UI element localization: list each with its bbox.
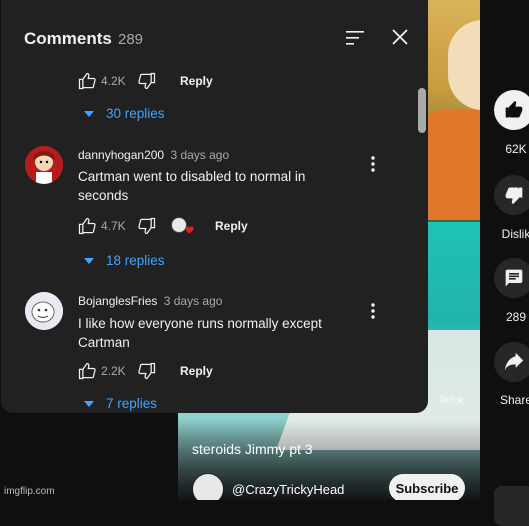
cartoon-character-shirt <box>428 110 480 220</box>
comments-panel: Comments 289 4.2K Reply 30 replies danny… <box>1 0 428 413</box>
timestamp[interactable]: 3 days ago <box>164 294 223 308</box>
comment-author[interactable]: dannyhogan200 3 days ago <box>78 148 229 162</box>
subscribe-button[interactable]: Subscribe <box>389 474 465 500</box>
comment-actions: 4.2K <box>77 71 157 91</box>
dislike-label: Dislik <box>501 227 529 241</box>
comment-actions: 2.2K <box>77 361 157 381</box>
view-replies-link[interactable]: 30 replies <box>84 106 165 121</box>
username[interactable]: dannyhogan200 <box>78 148 164 162</box>
comments-button[interactable] <box>494 258 529 298</box>
comments-count: 289 <box>118 31 144 48</box>
caret-down-icon <box>84 400 94 407</box>
replies-label: 30 replies <box>106 106 165 121</box>
imgflip-watermark: imgflip.com <box>4 486 55 497</box>
creator-heart-icon <box>171 217 194 234</box>
close-icon[interactable] <box>389 26 411 48</box>
like-count: 2.2K <box>101 364 126 378</box>
sort-icon[interactable] <box>344 27 366 49</box>
channel-avatar[interactable] <box>192 473 224 500</box>
avatar[interactable] <box>25 146 63 184</box>
reply-button[interactable]: Reply <box>180 74 213 88</box>
thumbs-up-icon[interactable] <box>77 216 97 236</box>
thumbs-up-icon[interactable] <box>77 71 97 91</box>
share-button[interactable] <box>494 342 529 382</box>
video-title[interactable]: steroids Jimmy pt 3 <box>192 441 313 457</box>
replies-label: 7 replies <box>106 396 158 411</box>
like-count: 62K <box>505 142 527 156</box>
comment-text: Cartman went to disabled to normal in se… <box>78 169 306 203</box>
reply-button[interactable]: Reply <box>215 219 248 233</box>
thumbs-up-icon <box>505 100 523 118</box>
like-count: 4.2K <box>101 74 126 88</box>
thumbs-up-icon[interactable] <box>77 361 97 381</box>
replies-label: 18 replies <box>106 253 165 268</box>
tiktok-watermark: TikTok <box>438 395 464 405</box>
view-replies-link[interactable]: 18 replies <box>84 253 165 268</box>
username[interactable]: BojanglesFries <box>78 294 157 308</box>
avatar[interactable] <box>25 292 63 330</box>
thumbs-down-icon[interactable] <box>137 71 157 91</box>
comment-count: 289 <box>505 310 527 324</box>
comment-text: I like how everyone runs normally except… <box>78 316 322 350</box>
scrollbar[interactable] <box>418 88 426 133</box>
comment-actions: 4.7K <box>77 216 157 236</box>
thumbs-down-icon[interactable] <box>137 361 157 381</box>
thumbs-down-icon[interactable] <box>137 216 157 236</box>
view-replies-link[interactable]: 7 replies <box>84 396 157 411</box>
avatar-image <box>25 146 63 184</box>
share-label: Share <box>499 393 529 407</box>
dislike-button[interactable] <box>494 175 529 215</box>
caret-down-icon <box>84 110 94 117</box>
more-options-icon[interactable] <box>369 155 377 173</box>
comment-author[interactable]: BojanglesFries 3 days ago <box>78 294 222 308</box>
like-button[interactable] <box>494 90 529 130</box>
more-options-icon[interactable] <box>369 302 377 320</box>
reply-button[interactable]: Reply <box>180 364 213 378</box>
timestamp[interactable]: 3 days ago <box>170 148 229 162</box>
comment-icon <box>505 269 523 287</box>
channel-name[interactable]: @CrazyTrickyHead <box>232 482 344 497</box>
thumbs-down-icon <box>505 187 523 205</box>
comments-title: Comments <box>24 29 112 48</box>
share-icon <box>504 352 524 371</box>
caret-down-icon <box>84 257 94 264</box>
remix-button[interactable] <box>494 486 529 526</box>
avatar-image <box>25 292 63 330</box>
like-count: 4.7K <box>101 219 126 233</box>
